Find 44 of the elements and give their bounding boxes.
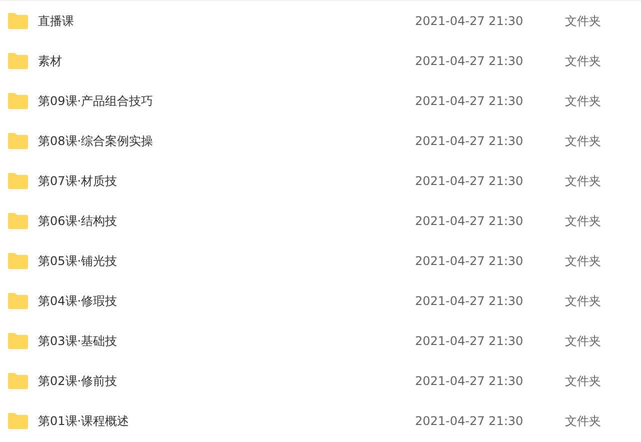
- modified-date: 2021-04-27 21:30: [415, 374, 524, 388]
- folder-icon: [8, 53, 28, 69]
- modified-date: 2021-04-27 21:30: [415, 14, 524, 28]
- folder-icon: [8, 13, 28, 29]
- folder-icon: [8, 373, 28, 389]
- folder-icon: [8, 213, 28, 229]
- folder-name[interactable]: 第09课·产品组合技巧: [38, 92, 415, 110]
- modified-date: 2021-04-27 21:30: [415, 134, 524, 148]
- modified-date: 2021-04-27 21:30: [415, 334, 524, 348]
- file-type: 文件夹: [565, 332, 601, 350]
- folder-name[interactable]: 素材: [38, 52, 415, 70]
- folder-name[interactable]: 第04课·修瑕技: [38, 292, 415, 310]
- folder-icon: [8, 93, 28, 109]
- file-type: 文件夹: [565, 212, 601, 230]
- modified-date: 2021-04-27 21:30: [415, 294, 524, 308]
- file-type: 文件夹: [565, 292, 601, 310]
- modified-date: 2021-04-27 21:30: [415, 214, 524, 228]
- folder-icon: [8, 333, 28, 349]
- file-type: 文件夹: [565, 92, 601, 110]
- file-type: 文件夹: [565, 12, 601, 30]
- folder-name[interactable]: 第07课·材质技: [38, 172, 415, 190]
- folder-name[interactable]: 直播课: [38, 12, 415, 30]
- file-type: 文件夹: [565, 172, 601, 190]
- modified-date: 2021-04-27 21:30: [415, 414, 524, 428]
- file-type: 文件夹: [565, 52, 601, 70]
- folder-icon: [8, 173, 28, 189]
- folder-icon: [8, 293, 28, 309]
- folder-icon: [8, 253, 28, 269]
- file-type: 文件夹: [565, 132, 601, 150]
- file-type: 文件夹: [565, 412, 601, 430]
- modified-date: 2021-04-27 21:30: [415, 94, 524, 108]
- folder-name[interactable]: 第05课·铺光技: [38, 252, 415, 270]
- folder-name[interactable]: 第01课·课程概述: [38, 412, 415, 430]
- file-type: 文件夹: [565, 252, 601, 270]
- modified-date: 2021-04-27 21:30: [415, 54, 524, 68]
- folder-icon: [8, 413, 28, 429]
- modified-date: 2021-04-27 21:30: [415, 254, 524, 268]
- folder-name[interactable]: 第08课·综合案例实操: [38, 132, 415, 150]
- modified-date: 2021-04-27 21:30: [415, 174, 524, 188]
- file-type: 文件夹: [565, 372, 601, 390]
- folder-name[interactable]: 第03课·基础技: [38, 332, 415, 350]
- folder-name[interactable]: 第02课·修前技: [38, 372, 415, 390]
- folder-icon: [8, 133, 28, 149]
- folder-name[interactable]: 第06课·结构技: [38, 212, 415, 230]
